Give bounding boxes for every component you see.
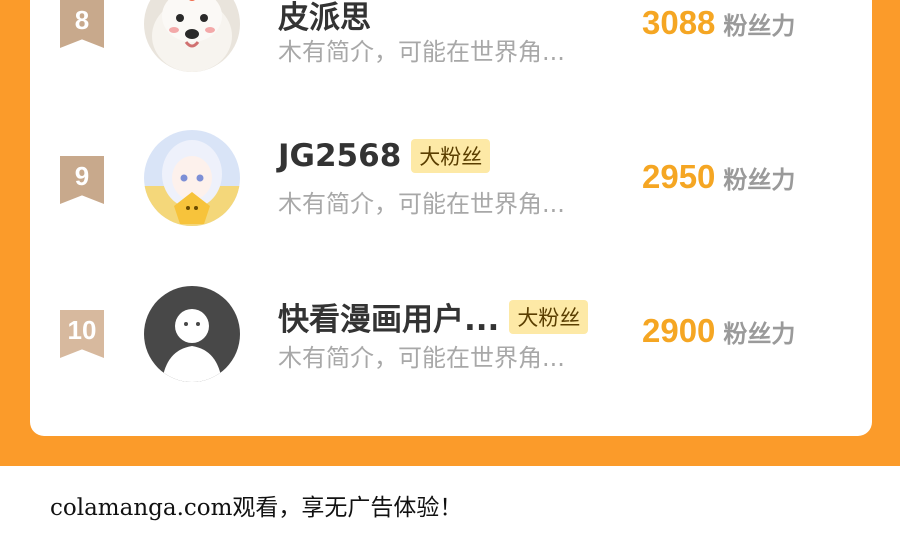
rank-badge: 10 [60, 310, 104, 358]
fan-score: 2950 粉丝力 [642, 158, 795, 196]
big-fan-badge: 大粉丝 [509, 299, 589, 334]
username[interactable]: 快看漫画用户... [278, 294, 499, 339]
user-bio: 木有简介，可能在世界角... [278, 38, 565, 66]
user-bio: 木有简介，可能在世界角... [278, 190, 565, 218]
big-fan-badge: 大粉丝 [411, 139, 491, 173]
name-line: 快看漫画用户... 大粉丝 [278, 294, 589, 338]
fan-score: 3088 粉丝力 [642, 4, 795, 42]
score-value: 3088 [642, 4, 716, 41]
score-value: 2900 [642, 312, 716, 349]
default-user-avatar[interactable] [144, 286, 240, 382]
score-unit: 粉丝力 [723, 11, 796, 40]
fan-ranking-card: 8 皮派思 木有简介，可能在世界角... 3088 粉丝力 9 JG2568 大… [30, 0, 872, 436]
ranking-row-10[interactable]: 10 快看漫画用户... 大粉丝 木有简介，可能在世界角... 2900 粉丝力 [30, 280, 872, 400]
watermark-text: colamanga.com观看，享无广告体验！ [50, 495, 463, 521]
ranking-row-8[interactable]: 8 皮派思 木有简介，可能在世界角... 3088 粉丝力 [30, 0, 872, 106]
name-line: JG2568 大粉丝 [278, 138, 491, 178]
rank-badge: 9 [60, 156, 104, 204]
dog-avatar[interactable] [144, 0, 240, 72]
ranking-row-9[interactable]: 9 JG2568 大粉丝 木有简介，可能在世界角... 2950 粉丝力 [30, 126, 872, 246]
anime-girl-avatar[interactable] [144, 130, 240, 226]
score-unit: 粉丝力 [723, 319, 796, 348]
username[interactable]: JG2568 [278, 138, 401, 174]
score-value: 2950 [642, 158, 716, 195]
fan-score: 2900 粉丝力 [642, 312, 795, 350]
score-unit: 粉丝力 [723, 165, 796, 194]
name-line: 皮派思 [278, 0, 371, 36]
user-bio: 木有简介，可能在世界角... [278, 344, 565, 372]
rank-badge: 8 [60, 0, 104, 48]
